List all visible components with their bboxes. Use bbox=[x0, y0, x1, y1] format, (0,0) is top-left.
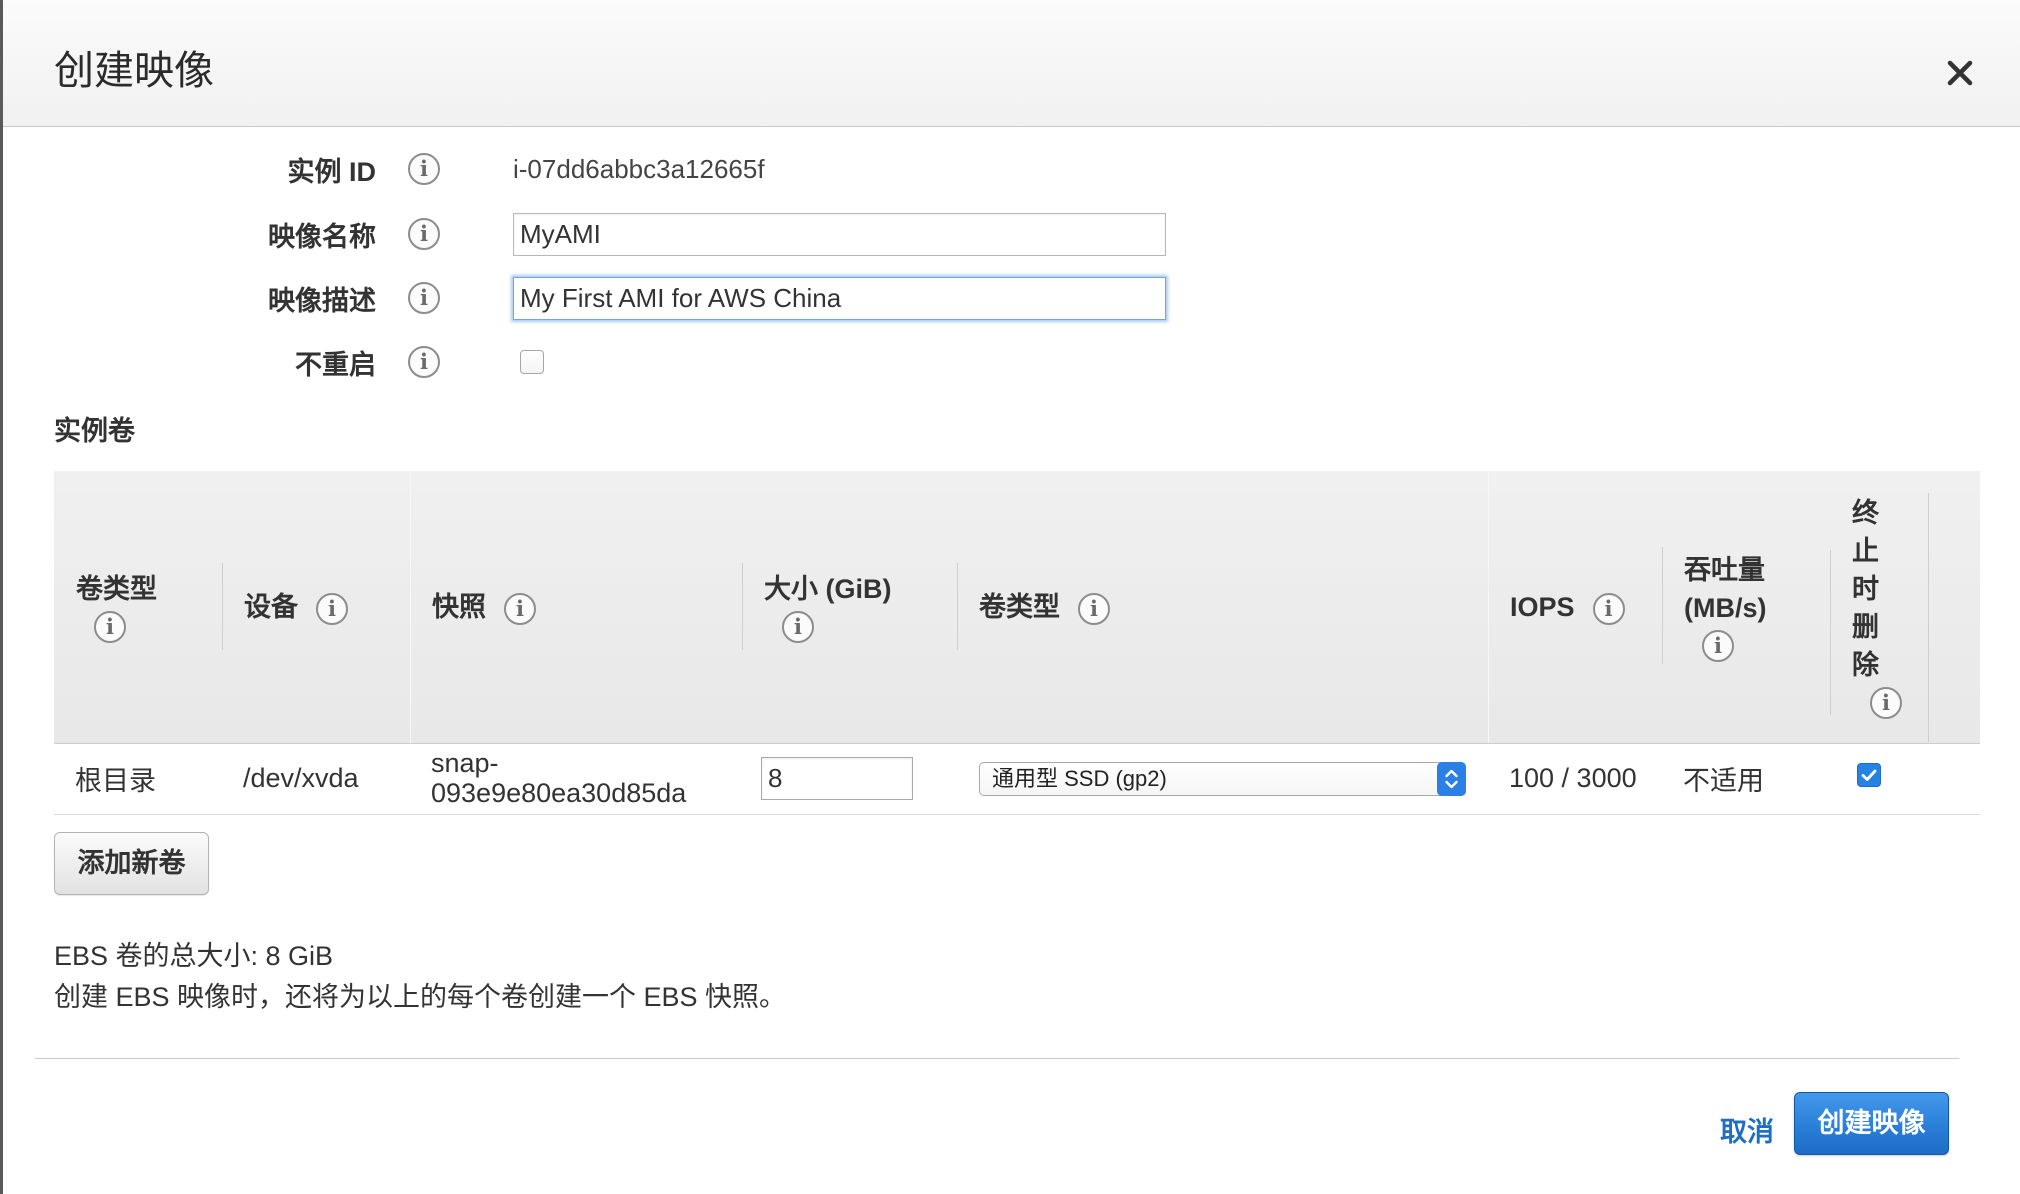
info-icon[interactable] bbox=[408, 346, 440, 378]
snapshot-id: snap-093e9e80ea30d85da bbox=[431, 748, 687, 808]
info-icon[interactable] bbox=[1870, 687, 1902, 720]
col-header-label: 吞吐量 (MB/s) bbox=[1684, 555, 1767, 624]
info-icon[interactable] bbox=[504, 592, 536, 625]
snapshot-note-text: 创建 EBS 映像时，还将为以上的每个卷创建一个 EBS 快照。 bbox=[54, 982, 787, 1012]
image-name-label: 映像名称 bbox=[268, 221, 376, 252]
cell-snapshot: snap-093e9e80ea30d85da bbox=[410, 743, 742, 815]
create-image-dialog: 创建映像 实例 ID i-07dd6abbc3a12665f 映像名称 映像描述… bbox=[0, 0, 2020, 1194]
instance-id-label: 实例 ID bbox=[287, 156, 376, 187]
image-name-field bbox=[513, 212, 1166, 256]
col-header-label: IOPS bbox=[1510, 591, 1575, 622]
no-reboot-field bbox=[513, 350, 544, 374]
instance-id-value: i-07dd6abbc3a12665f bbox=[513, 153, 765, 184]
info-icon[interactable] bbox=[316, 592, 348, 625]
table-row: 根目录 /dev/xvda snap-093e9e80ea30d85da 通用型… bbox=[54, 743, 1980, 815]
col-header-device: 设备 bbox=[222, 471, 410, 744]
cell-volume-type: 通用型 SSD (gp2) bbox=[957, 743, 1488, 815]
close-icon[interactable] bbox=[1946, 59, 1974, 87]
cell-iops: 100 / 3000 bbox=[1488, 743, 1662, 815]
col-header-iops: IOPS bbox=[1488, 471, 1662, 744]
info-icon[interactable] bbox=[408, 153, 440, 185]
cell-size bbox=[742, 743, 957, 815]
info-icon[interactable] bbox=[782, 611, 814, 644]
col-header-volume-type: 卷类型 bbox=[957, 471, 1488, 744]
info-icon[interactable] bbox=[94, 611, 126, 644]
size-input[interactable] bbox=[761, 757, 913, 800]
create-image-button[interactable]: 创建映像 bbox=[1794, 1092, 1949, 1155]
volume-summary: EBS 卷的总大小: 8 GiB 创建 EBS 映像时，还将为以上的每个卷创建一… bbox=[54, 936, 786, 1018]
col-header-label: 大小 (GiB) bbox=[764, 574, 892, 605]
form-row-image-description: 映像描述 bbox=[0, 273, 1166, 323]
col-header-label: 卷类型 bbox=[76, 574, 157, 605]
cell-throughput: 不适用 bbox=[1662, 743, 1830, 815]
instance-id-field: i-07dd6abbc3a12665f bbox=[513, 154, 765, 185]
col-header-label: 终止时删除 bbox=[1852, 498, 1879, 681]
image-description-field bbox=[513, 276, 1166, 320]
cell-device: /dev/xvda bbox=[222, 743, 410, 815]
col-header-filler bbox=[1928, 471, 1980, 744]
cell-volume-category: 根目录 bbox=[54, 743, 222, 815]
col-header-throughput: 吞吐量 (MB/s) bbox=[1662, 471, 1830, 744]
image-description-input[interactable] bbox=[513, 276, 1166, 320]
form-row-instance-id: 实例 ID i-07dd6abbc3a12665f bbox=[0, 144, 765, 194]
table-header-row: 卷类型 设备 快照 大小 (GiB) 卷类型 IOPS bbox=[54, 471, 1980, 744]
col-header-label: 快照 bbox=[432, 591, 486, 622]
instance-volumes-title: 实例卷 bbox=[54, 416, 135, 446]
image-description-label: 映像描述 bbox=[268, 285, 376, 316]
col-header-label: 设备 bbox=[244, 591, 298, 622]
dialog-title: 创建映像 bbox=[54, 49, 214, 93]
col-header-label: 卷类型 bbox=[979, 591, 1060, 622]
info-icon[interactable] bbox=[1078, 592, 1110, 625]
footer-divider bbox=[35, 1058, 1959, 1059]
add-volume-button[interactable]: 添加新卷 bbox=[54, 832, 209, 895]
cell-filler bbox=[1928, 743, 1980, 815]
info-icon[interactable] bbox=[1592, 592, 1625, 625]
form-row-no-reboot: 不重启 bbox=[0, 337, 544, 387]
volume-type-select-wrapper: 通用型 SSD (gp2) bbox=[979, 761, 1466, 796]
table-body: 根目录 /dev/xvda snap-093e9e80ea30d85da 通用型… bbox=[54, 743, 1980, 815]
col-header-size: 大小 (GiB) bbox=[742, 471, 957, 744]
no-reboot-checkbox[interactable] bbox=[520, 350, 544, 374]
total-size-text: EBS 卷的总大小: 8 GiB bbox=[54, 941, 334, 971]
dialog-left-edge bbox=[0, 0, 3, 1194]
info-icon[interactable] bbox=[1702, 630, 1734, 663]
form-row-image-name: 映像名称 bbox=[0, 209, 1166, 259]
cell-delete-on-termination bbox=[1830, 743, 1928, 815]
col-header-volume-category: 卷类型 bbox=[54, 471, 222, 744]
close-icon-graphic bbox=[1947, 60, 1973, 86]
volume-type-select[interactable]: 通用型 SSD (gp2) bbox=[979, 761, 1466, 796]
delete-on-termination-checkbox[interactable] bbox=[1857, 763, 1881, 787]
info-icon[interactable] bbox=[408, 218, 440, 250]
no-reboot-label: 不重启 bbox=[295, 349, 376, 380]
col-header-delete-on-termination: 终止时删除 bbox=[1830, 471, 1928, 744]
table-header: 卷类型 设备 快照 大小 (GiB) 卷类型 IOPS bbox=[54, 471, 1980, 744]
dialog-header: 创建映像 bbox=[0, 0, 2020, 127]
image-name-input[interactable] bbox=[513, 212, 1166, 256]
instance-volumes-table: 卷类型 设备 快照 大小 (GiB) 卷类型 IOPS bbox=[54, 471, 1980, 815]
info-icon[interactable] bbox=[408, 282, 440, 314]
cancel-link[interactable]: 取消 bbox=[1720, 1113, 1774, 1151]
col-header-snapshot: 快照 bbox=[410, 471, 742, 744]
